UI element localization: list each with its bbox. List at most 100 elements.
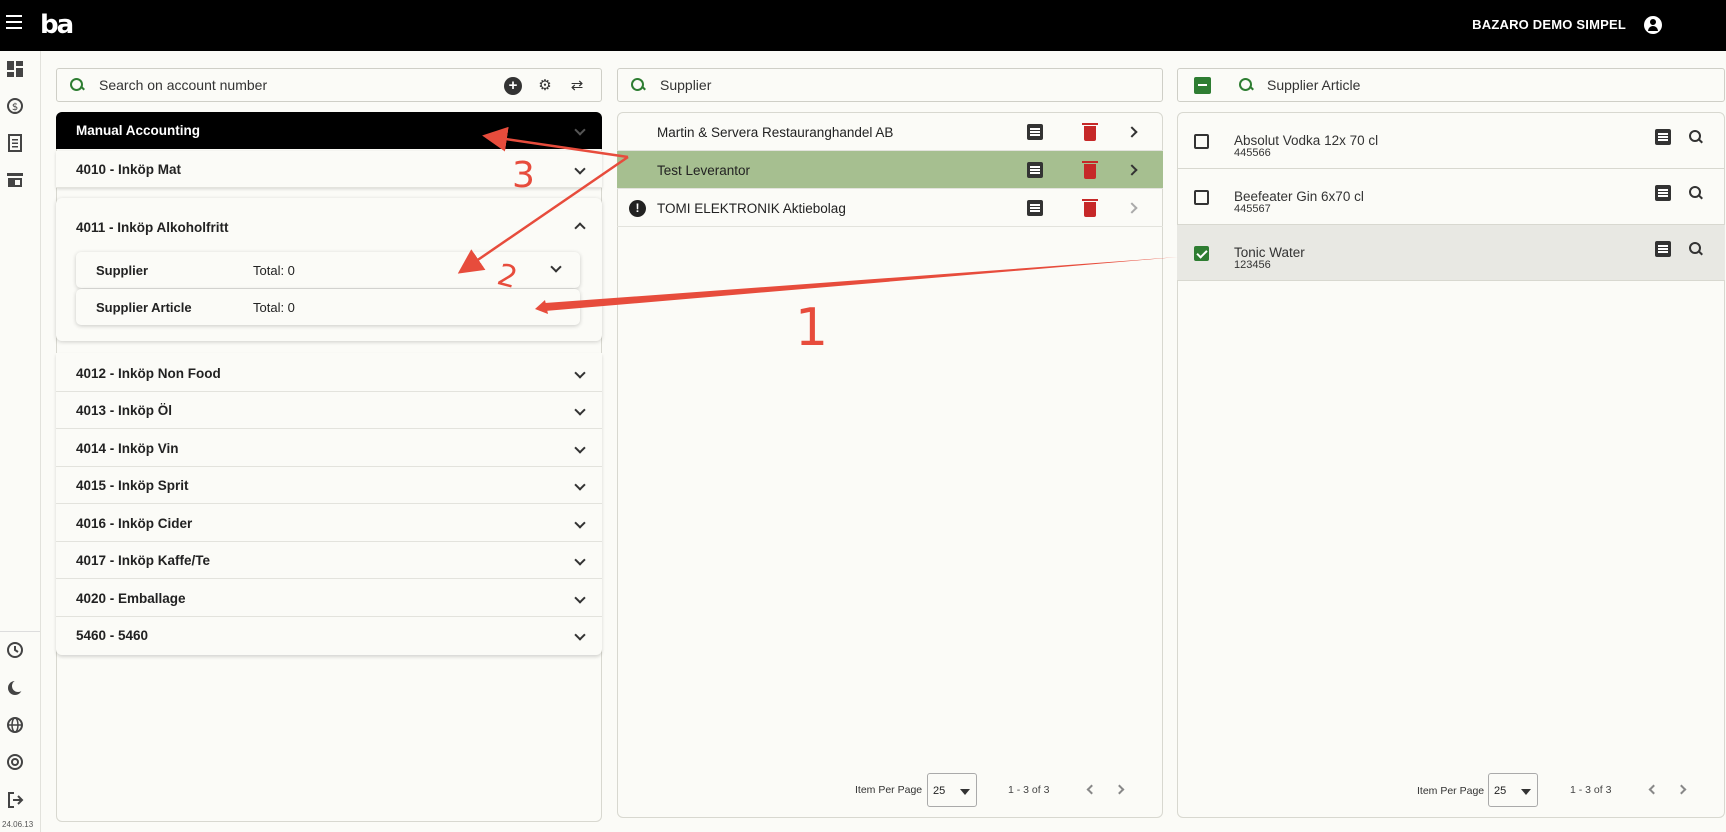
- details-icon[interactable]: [1655, 241, 1671, 257]
- delete-icon[interactable]: [1082, 161, 1098, 179]
- subrow-label: Supplier Article: [96, 300, 192, 315]
- article-name: Absolut Vodka 12x 70 cl: [1234, 133, 1379, 148]
- account-item-label: 4020 - Emballage: [76, 591, 186, 606]
- supplier-search-input[interactable]: Supplier: [660, 77, 711, 93]
- search-icon[interactable]: [1689, 130, 1703, 144]
- account-item-label: 4015 - Inköp Sprit: [76, 478, 189, 493]
- search-icon[interactable]: [1689, 186, 1703, 200]
- account-item[interactable]: 4017 - Inköp Kaffe/Te: [56, 542, 602, 579]
- chevron-right-icon[interactable]: [1126, 202, 1138, 214]
- article-row[interactable]: Tonic Water 123456: [1177, 225, 1725, 281]
- deselect-all-checkbox[interactable]: [1194, 77, 1211, 94]
- chevron-right-icon[interactable]: [1126, 126, 1138, 138]
- dark-mode-icon[interactable]: [6, 679, 24, 697]
- article-name: Beefeater Gin 6x70 cl: [1234, 189, 1364, 204]
- menu-icon[interactable]: [6, 15, 22, 29]
- warning-icon: !: [629, 200, 646, 217]
- items-per-page-select[interactable]: 25: [927, 773, 977, 807]
- account-item[interactable]: 4016 - Inköp Cider: [56, 505, 602, 542]
- article-search-bar[interactable]: Supplier Article: [1177, 68, 1725, 102]
- version-label: 24.06.13: [2, 820, 34, 829]
- logout-icon[interactable]: [6, 791, 24, 809]
- details-icon[interactable]: [1027, 124, 1043, 140]
- supplier-row[interactable]: Test Leverantor: [617, 151, 1163, 189]
- account-search-bar[interactable]: Search on account number + ⚙ ⇄: [56, 68, 602, 102]
- account-icon[interactable]: [1644, 16, 1662, 34]
- items-per-page-value: 25: [933, 785, 946, 797]
- delete-icon[interactable]: [1082, 123, 1098, 141]
- supplier-row[interactable]: Martin & Servera Restauranghandel AB: [617, 113, 1163, 151]
- chevron-down-icon[interactable]: [574, 554, 586, 566]
- article-search-input[interactable]: Supplier Article: [1267, 77, 1360, 93]
- search-icon[interactable]: [1689, 242, 1703, 256]
- article-checkbox[interactable]: [1194, 246, 1209, 261]
- article-checkbox[interactable]: [1194, 190, 1209, 205]
- items-per-page-select[interactable]: 25: [1488, 773, 1538, 807]
- chevron-right-icon[interactable]: [1126, 164, 1138, 176]
- account-item[interactable]: 4014 - Inköp Vin: [56, 430, 602, 467]
- dropdown-caret-icon: [960, 789, 970, 795]
- chevron-down-icon[interactable]: [574, 442, 586, 454]
- chevron-down-icon[interactable]: [574, 517, 586, 529]
- account-item-label: 5460 - 5460: [76, 628, 149, 643]
- article-number: 445567: [1234, 203, 1271, 215]
- account-item[interactable]: 4013 - Inköp Öl: [56, 392, 602, 429]
- globe-icon[interactable]: [6, 716, 24, 734]
- account-item[interactable]: 4015 - Inköp Sprit: [56, 467, 602, 504]
- chevron-down-icon[interactable]: [574, 163, 586, 175]
- account-item-label[interactable]: 4011 - Inköp Alkoholfritt: [76, 220, 229, 235]
- supplier-search-bar[interactable]: Supplier: [617, 68, 1163, 102]
- chevron-down-icon[interactable]: [574, 479, 586, 491]
- chevron-down-icon[interactable]: [574, 629, 586, 641]
- history-icon[interactable]: [6, 641, 24, 659]
- account-item-label: 4017 - Inköp Kaffe/Te: [76, 553, 211, 568]
- side-rail: $ 24.06.13: [0, 51, 41, 832]
- items-per-page-label: Item Per Page: [855, 784, 923, 796]
- article-checkbox[interactable]: [1194, 134, 1209, 149]
- chevron-down-icon[interactable]: [574, 367, 586, 379]
- account-item[interactable]: 4012 - Inköp Non Food: [56, 355, 602, 392]
- subrow-label: Supplier: [96, 263, 149, 278]
- supplier-name: TOMI ELEKTRONIK Aktiebolag: [657, 201, 846, 216]
- chevron-down-icon[interactable]: [574, 124, 586, 136]
- settings-icon[interactable]: ⚙: [536, 77, 554, 95]
- article-number: 445566: [1234, 147, 1271, 159]
- details-icon[interactable]: [1655, 129, 1671, 145]
- dashboard-icon[interactable]: [6, 60, 24, 78]
- manual-accounting-label: Manual Accounting: [76, 123, 200, 138]
- details-icon[interactable]: [1655, 185, 1671, 201]
- account-item[interactable]: 4010 - Inköp Mat: [56, 151, 602, 188]
- supplier-article-subrow[interactable]: Supplier Article Total: 0: [76, 289, 580, 325]
- supplier-subrow[interactable]: Supplier Total: 0: [76, 252, 580, 288]
- chevron-up-icon[interactable]: [574, 222, 586, 234]
- store-icon[interactable]: [6, 171, 24, 189]
- chevron-down-icon[interactable]: [574, 404, 586, 416]
- chevron-down-icon[interactable]: [574, 592, 586, 604]
- account-item-label: 4010 - Inköp Mat: [76, 162, 182, 177]
- support-icon[interactable]: [6, 753, 24, 771]
- chevron-down-icon[interactable]: [550, 261, 562, 273]
- search-icon: [69, 77, 85, 93]
- items-per-page-label: Item Per Page: [1417, 785, 1485, 797]
- receipt-icon[interactable]: [6, 134, 24, 152]
- account-item-label: 4012 - Inköp Non Food: [76, 366, 221, 381]
- manual-accounting-header[interactable]: Manual Accounting: [56, 112, 602, 149]
- app-logo[interactable]: ba: [40, 11, 74, 39]
- supplier-row[interactable]: ! TOMI ELEKTRONIK Aktiebolag: [617, 189, 1163, 227]
- article-row[interactable]: Absolut Vodka 12x 70 cl 445566: [1177, 113, 1725, 169]
- page-range: 1 - 3 of 3: [1570, 784, 1612, 796]
- details-icon[interactable]: [1027, 200, 1043, 216]
- add-circle-icon[interactable]: +: [504, 77, 522, 95]
- account-item-label: 4013 - Inköp Öl: [76, 403, 173, 418]
- subrow-total: Total: 0: [253, 263, 295, 278]
- sync-money-icon[interactable]: $: [6, 97, 24, 115]
- swap-icon[interactable]: ⇄: [568, 77, 586, 95]
- delete-icon[interactable]: [1082, 199, 1098, 217]
- details-icon[interactable]: [1027, 162, 1043, 178]
- svg-text:$: $: [12, 102, 18, 113]
- article-row[interactable]: Beefeater Gin 6x70 cl 445567: [1177, 169, 1725, 225]
- rail-divider: [0, 631, 40, 632]
- account-item[interactable]: 4020 - Emballage: [56, 580, 602, 617]
- account-search-input[interactable]: Search on account number: [99, 77, 267, 93]
- account-item[interactable]: 5460 - 5460: [56, 617, 602, 654]
